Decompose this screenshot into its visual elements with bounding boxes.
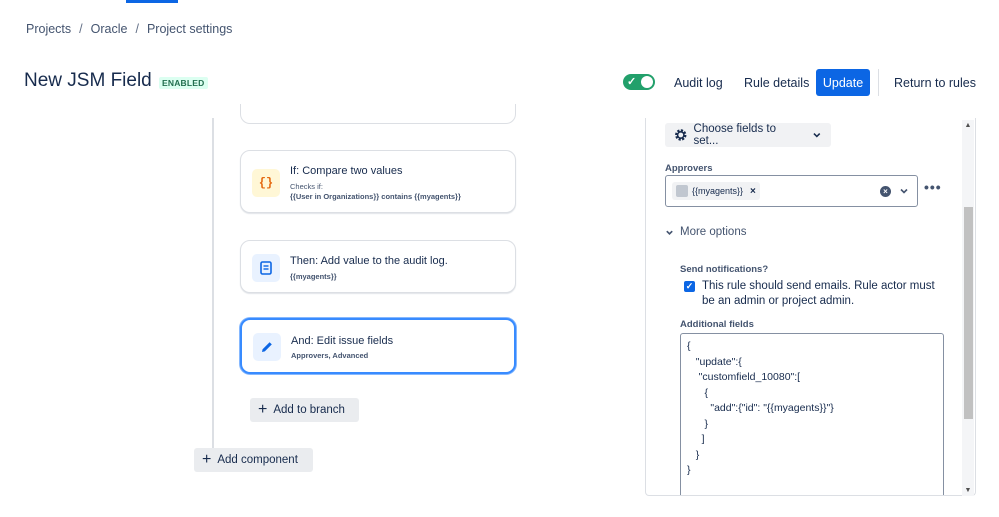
approver-chip: {{myagents}} × — [672, 182, 760, 200]
add-to-branch-button[interactable]: + Add to branch — [250, 398, 359, 422]
rule-enabled-toggle[interactable]: ✓ — [623, 74, 655, 90]
card-title: If: Compare two values — [290, 165, 403, 177]
chevron-down-icon — [813, 133, 821, 138]
approvers-label: Approvers — [665, 163, 713, 174]
return-to-rules-button[interactable]: Return to rules — [890, 69, 980, 96]
plus-icon: + — [202, 451, 212, 468]
add-component-label: Add component — [217, 454, 298, 466]
active-tab-indicator — [126, 0, 178, 3]
audit-log-action-card[interactable]: Then: Add value to the audit log. {{myag… — [240, 240, 516, 293]
more-options-label: More options — [680, 226, 747, 238]
page-title: New JSM Field — [24, 70, 152, 91]
clear-icon[interactable]: × — [880, 186, 891, 197]
approver-chip-label: {{myagents}} — [692, 186, 744, 196]
add-component-button[interactable]: + Add component — [194, 448, 313, 472]
gear-icon — [675, 129, 687, 141]
condition-card[interactable]: {} If: Compare two values Checks if: {{U… — [240, 150, 516, 213]
card-title: Then: Add value to the audit log. — [290, 255, 448, 267]
choose-fields-button[interactable]: Choose fields to set... — [665, 123, 831, 147]
card-detail: Approvers, Advanced — [291, 351, 369, 360]
send-notifications-text: This rule should send emails. Rule actor… — [702, 280, 935, 307]
flow-connector-line — [212, 118, 214, 448]
plus-icon: + — [258, 401, 268, 418]
pencil-icon — [253, 333, 281, 361]
document-icon — [252, 254, 280, 282]
edit-issue-fields-card[interactable]: And: Edit issue fields Approvers, Advanc… — [240, 318, 516, 374]
scroll-thumb[interactable] — [964, 207, 973, 419]
additional-fields-textarea[interactable]: { "update":{ "customfield_10080":[ { "ad… — [680, 333, 944, 495]
card-detail: {{User in Organizations}} contains {{mya… — [290, 192, 461, 201]
chevron-down-icon — [666, 230, 673, 235]
card-title: And: Edit issue fields — [291, 335, 394, 347]
additional-fields-label: Additional fields — [680, 319, 754, 330]
audit-log-button[interactable]: Audit log — [670, 69, 727, 96]
rule-details-button[interactable]: Rule details — [740, 69, 813, 96]
send-notifications-label: Send notifications? — [680, 264, 769, 275]
choose-fields-label: Choose fields to set... — [693, 123, 776, 147]
previous-component-card[interactable] — [240, 104, 516, 124]
breadcrumb-project-settings[interactable]: Project settings — [147, 22, 232, 36]
breadcrumb: Projects / Oracle / Project settings — [26, 22, 232, 36]
chevron-down-icon[interactable] — [899, 184, 909, 198]
header-divider — [878, 69, 879, 96]
send-notifications-checkbox[interactable]: ✓ — [684, 281, 695, 292]
status-badge: ENABLED — [159, 77, 208, 89]
avatar — [676, 185, 688, 197]
breadcrumb-projects[interactable]: Projects — [26, 22, 71, 36]
update-button[interactable]: Update — [816, 69, 870, 96]
remove-chip-icon[interactable]: × — [750, 186, 756, 197]
more-actions-icon[interactable]: ••• — [924, 179, 942, 195]
breadcrumb-separator: / — [135, 22, 139, 36]
panel-scrollbar[interactable]: ▲ ▼ — [962, 120, 974, 496]
card-subtitle: Checks if: — [290, 182, 323, 191]
breadcrumb-separator: / — [79, 22, 83, 36]
more-options-toggle[interactable]: More options — [665, 226, 746, 238]
curly-braces-icon: {} — [252, 169, 280, 197]
scroll-up-arrow-icon[interactable]: ▲ — [962, 122, 974, 129]
add-to-branch-label: Add to branch — [273, 404, 345, 416]
scroll-down-arrow-icon[interactable]: ▼ — [962, 487, 974, 494]
check-icon: ✓ — [627, 76, 637, 88]
approvers-select[interactable]: {{myagents}} × × — [665, 175, 918, 207]
toggle-knob — [641, 76, 653, 88]
breadcrumb-oracle[interactable]: Oracle — [91, 22, 128, 36]
component-config-panel: Choose fields to set... Approvers {{myag… — [645, 118, 976, 496]
card-detail: {{myagents}} — [290, 272, 337, 281]
